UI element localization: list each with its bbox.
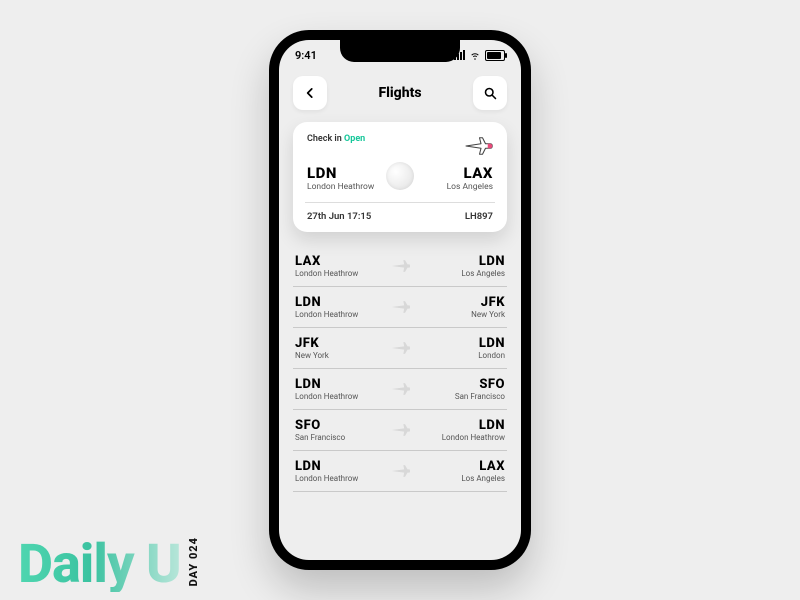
row-destination: LDN London xyxy=(478,336,505,360)
status-time: 9:41 xyxy=(295,49,317,62)
battery-icon xyxy=(485,50,505,61)
flight-row[interactable]: LDN London Heathrow SFO San Francisco xyxy=(293,369,507,410)
row-destination-airport: Los Angeles xyxy=(461,474,505,483)
row-destination-code: LAX xyxy=(461,459,505,474)
origin-airport: London Heathrow xyxy=(307,182,374,192)
row-destination: SFO San Francisco xyxy=(455,377,505,401)
featured-details: 27th Jun 17:15 LH897 xyxy=(307,211,493,222)
row-destination-code: JFK xyxy=(471,295,505,310)
featured-route: LDN London Heathrow LAX Los Angeles xyxy=(307,164,493,192)
row-origin: LDN London Heathrow xyxy=(295,459,358,483)
row-origin-code: JFK xyxy=(295,336,329,351)
row-destination: LDN London Heathrow xyxy=(442,418,505,442)
row-origin-code: LAX xyxy=(295,254,358,269)
checkin-status: Check in Open xyxy=(307,134,365,144)
content-area: Check in Open LDN London Heathrow xyxy=(279,122,521,492)
route-loading-icon xyxy=(386,162,414,190)
row-destination-code: SFO xyxy=(455,377,505,392)
row-destination: LDN Los Angeles xyxy=(461,254,505,278)
destination-airport: Los Angeles xyxy=(447,182,493,192)
row-destination-code: LDN xyxy=(478,336,505,351)
airplane-icon xyxy=(390,338,410,358)
row-origin: LAX London Heathrow xyxy=(295,254,358,278)
flight-row[interactable]: SFO San Francisco LDN London Heathrow xyxy=(293,410,507,451)
branding-day: DAY 024 xyxy=(187,537,200,586)
row-destination-code: LDN xyxy=(461,254,505,269)
page-title: Flights xyxy=(378,85,421,101)
row-destination-airport: New York xyxy=(471,310,505,319)
airplane-icon xyxy=(390,297,410,317)
row-origin-airport: London Heathrow xyxy=(295,269,358,278)
row-destination-code: LDN xyxy=(442,418,505,433)
row-destination-airport: Los Angeles xyxy=(461,269,505,278)
featured-destination: LAX Los Angeles xyxy=(447,164,493,192)
flight-list[interactable]: LAX London Heathrow LDN Los Angeles LDN … xyxy=(293,246,507,492)
row-origin-airport: San Francisco xyxy=(295,433,345,442)
airplane-icon xyxy=(390,420,410,440)
wifi-icon xyxy=(469,49,481,61)
checkin-status-value: Open xyxy=(344,134,365,144)
row-origin: SFO San Francisco xyxy=(295,418,345,442)
destination-code: LAX xyxy=(447,164,493,182)
row-origin: JFK New York xyxy=(295,336,329,360)
phone-frame: 9:41 Flights xyxy=(269,30,531,570)
row-destination-airport: London xyxy=(478,351,505,360)
chevron-left-icon xyxy=(303,86,317,100)
featured-flight-card[interactable]: Check in Open LDN London Heathrow xyxy=(293,122,507,232)
row-destination-airport: San Francisco xyxy=(455,392,505,401)
flight-row[interactable]: JFK New York LDN London xyxy=(293,328,507,369)
phone-notch xyxy=(340,40,460,62)
featured-datetime: 27th Jun 17:15 xyxy=(307,211,371,222)
header-bar: Flights xyxy=(279,70,521,122)
card-divider xyxy=(305,202,495,203)
checkin-label: Check in xyxy=(307,134,342,144)
flight-row[interactable]: LDN London Heathrow LAX Los Angeles xyxy=(293,451,507,492)
row-origin-code: LDN xyxy=(295,377,358,392)
row-destination: LAX Los Angeles xyxy=(461,459,505,483)
row-destination: JFK New York xyxy=(471,295,505,319)
flight-row[interactable]: LAX London Heathrow LDN Los Angeles xyxy=(293,246,507,287)
row-origin-code: LDN xyxy=(295,459,358,474)
row-origin-code: SFO xyxy=(295,418,345,433)
phone-screen: 9:41 Flights xyxy=(279,40,521,560)
featured-flight-number: LH897 xyxy=(465,211,493,222)
back-button[interactable] xyxy=(293,76,327,110)
row-origin: LDN London Heathrow xyxy=(295,377,358,401)
flight-row[interactable]: LDN London Heathrow JFK New York xyxy=(293,287,507,328)
branding: Daily U DAY 024 xyxy=(18,537,200,592)
branding-title: Daily U xyxy=(18,538,181,592)
row-origin-airport: New York xyxy=(295,351,329,360)
airplane-icon xyxy=(390,379,410,399)
row-origin: LDN London Heathrow xyxy=(295,295,358,319)
status-indicators xyxy=(454,49,505,61)
search-button[interactable] xyxy=(473,76,507,110)
airplane-icon xyxy=(463,134,493,158)
featured-origin: LDN London Heathrow xyxy=(307,164,374,192)
row-origin-airport: London Heathrow xyxy=(295,310,358,319)
search-icon xyxy=(483,86,498,101)
row-origin-airport: London Heathrow xyxy=(295,474,358,483)
row-destination-airport: London Heathrow xyxy=(442,433,505,442)
origin-code: LDN xyxy=(307,164,374,182)
airplane-icon xyxy=(390,461,410,481)
row-origin-airport: London Heathrow xyxy=(295,392,358,401)
row-origin-code: LDN xyxy=(295,295,358,310)
airplane-icon xyxy=(390,256,410,276)
